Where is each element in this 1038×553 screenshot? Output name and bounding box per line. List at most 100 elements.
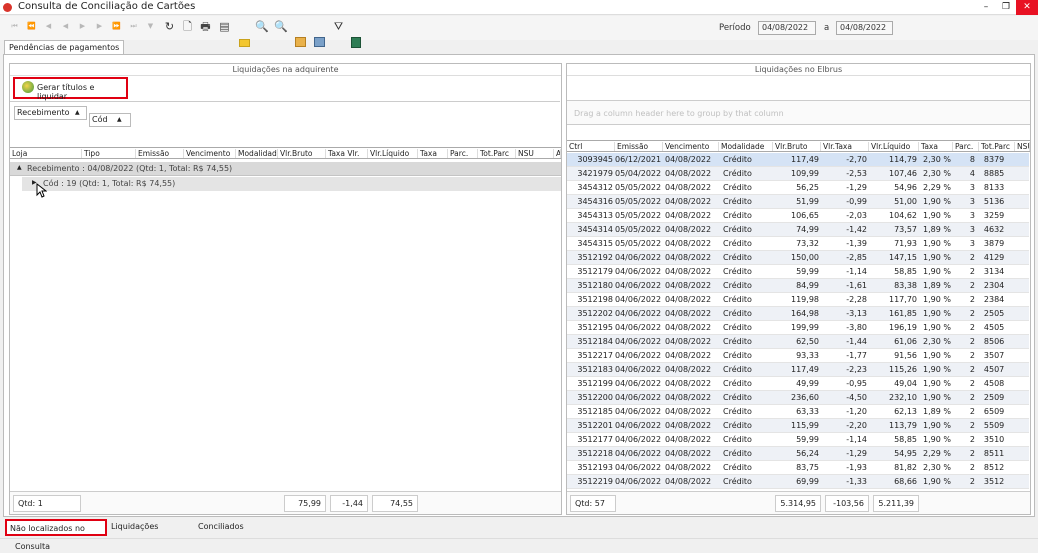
col-vlr-liquido[interactable]: Vlr.Líquido — [869, 142, 919, 151]
refresh-icon[interactable]: ↻ — [163, 20, 176, 33]
excel-icon[interactable] — [351, 37, 361, 48]
col-ctrl[interactable]: Ctrl — [567, 142, 615, 151]
table-row[interactable]: 3454312 05/05/2022 04/08/2022 Crédito 56,25 -… — [567, 181, 1029, 195]
group-by-cod[interactable]: Cód ▲ — [89, 113, 131, 127]
table-row[interactable]: 3454316 05/05/2022 04/08/2022 Crédito 51,99 -… — [567, 195, 1029, 209]
table-cell: 54,96 — [894, 183, 917, 192]
table-cell: 04/08/2022 — [665, 407, 712, 416]
layout-icon[interactable] — [295, 37, 306, 47]
col-tot-parc[interactable]: Tot.Parc — [478, 149, 516, 158]
col-taxa[interactable]: Taxa — [919, 142, 953, 151]
col-modalidade[interactable]: Modalidade — [719, 142, 773, 151]
group-row-recebimento[interactable]: ▲ Recebimento : 04/08/2022 (Qtd: 1, Tota… — [10, 162, 561, 176]
col-vlr-bruto[interactable]: Vlr.Bruto — [773, 142, 821, 151]
print-icon[interactable]: 🖶 — [199, 20, 212, 33]
col-taxa-vlr[interactable]: Taxa Vlr. — [326, 149, 368, 158]
col-parc[interactable]: Parc. — [953, 142, 979, 151]
group-panel[interactable]: Drag a column header here to group by th… — [567, 100, 1030, 125]
table-row[interactable]: 3512192 04/06/2022 04/08/2022 Crédito 150,00… — [567, 251, 1029, 265]
date-from-field[interactable]: 04/08/2022 — [758, 21, 816, 35]
group-by-recebimento[interactable]: Recebimento ▲ — [14, 106, 87, 120]
col-tot-parc[interactable]: Tot.Parc — [979, 142, 1015, 151]
table-cell: 236,60 — [791, 393, 819, 402]
col-a[interactable]: A — [554, 149, 561, 158]
table-cell: 3 — [983, 351, 989, 360]
table-cell: 232,10 — [889, 393, 917, 402]
tab-pending-payments[interactable]: Pendências de pagamentos — [4, 40, 125, 54]
restore-button[interactable]: ❐ — [996, 0, 1016, 15]
col-vlr-bruto[interactable]: Vlr.Bruto — [278, 149, 326, 158]
table-row[interactable]: 3454314 05/05/2022 04/08/2022 Crédito 74,99 -… — [567, 223, 1029, 237]
col-vencimento[interactable]: Vencimento — [184, 149, 236, 158]
table-cell: 4 — [983, 225, 989, 234]
folder-icon[interactable] — [239, 39, 250, 47]
col-tipo[interactable]: Tipo — [82, 149, 136, 158]
col-vlr-taxa[interactable]: Vlr.Taxa — [821, 142, 869, 151]
table-row[interactable]: 3512198 04/06/2022 04/08/2022 Crédito 119,98… — [567, 293, 1029, 307]
table-row[interactable]: 3512199 04/06/2022 04/08/2022 Crédito 49,99 -… — [567, 377, 1029, 391]
col-modalidade[interactable]: Modalidade — [236, 149, 278, 158]
zoom-out-icon[interactable]: 🔍 — [274, 20, 288, 33]
generate-titles-button[interactable]: Gerar títulos e liquidar — [13, 77, 128, 101]
prev-page-icon[interactable]: ⏪ — [25, 20, 38, 33]
table-row[interactable]: 3093945 06/12/2021 04/08/2022 Crédito 117,49… — [567, 153, 1029, 167]
col-taxa[interactable]: Taxa — [418, 149, 448, 158]
col-vlr-liquido[interactable]: Vlr.Líquido — [368, 149, 418, 158]
table-cell: 04/08/2022 — [665, 211, 712, 220]
table-cell: 1,90 % — [923, 351, 951, 360]
col-emissao[interactable]: Emissão — [136, 149, 184, 158]
group-row-cod[interactable]: ▶ Cód : 19 (Qtd: 1, Total: R$ 74,55) — [22, 177, 561, 191]
filter-down-icon[interactable]: ▼ — [144, 20, 157, 33]
table-row[interactable]: 3512184 04/06/2022 04/08/2022 Crédito 62,50 -… — [567, 335, 1029, 349]
first-record-icon[interactable]: ⏮ — [8, 20, 21, 33]
close-button[interactable]: ✕ — [1016, 0, 1038, 15]
tab-conciliados[interactable]: Conciliados — [195, 519, 244, 536]
table-cell: 505 — [989, 309, 1005, 318]
table-row[interactable]: 3512201 04/06/2022 04/08/2022 Crédito 115,99… — [567, 419, 1029, 433]
prev-record-icon[interactable]: ◀ — [42, 20, 55, 33]
col-nsu[interactable]: NSU — [516, 149, 554, 158]
table-row[interactable]: 3512179 04/06/2022 04/08/2022 Crédito 59,99 -… — [567, 265, 1029, 279]
table-row[interactable]: 3512195 04/06/2022 04/08/2022 Crédito 199,99… — [567, 321, 1029, 335]
collapse-icon[interactable]: ▲ — [17, 164, 22, 171]
preview-icon[interactable]: 🗋 — [181, 20, 194, 33]
zoom-in-icon[interactable]: 🔍 — [255, 20, 269, 33]
last-record-icon[interactable]: ⏭ — [127, 20, 140, 33]
table-cell: 119,98 — [791, 295, 819, 304]
next-page-icon[interactable]: ⏩ — [110, 20, 123, 33]
table-cell: 2,30 % — [923, 337, 951, 346]
table-row[interactable]: 351218104/06/202204/08/2022Crédito166,66… — [567, 489, 1029, 490]
table-row[interactable]: 3454315 05/05/2022 04/08/2022 Crédito 73,32 -… — [567, 237, 1029, 251]
table-row[interactable]: 3454313 05/05/2022 04/08/2022 Crédito 106,65… — [567, 209, 1029, 223]
col-emissao[interactable]: Emissão — [615, 142, 663, 151]
table-row[interactable]: 3421979 05/04/2022 04/08/2022 Crédito 109,99… — [567, 167, 1029, 181]
tab-nao-localizados[interactable]: Não localizados no Elbrus — [5, 519, 107, 548]
table-row[interactable]: 3512200 04/06/2022 04/08/2022 Crédito 236,60… — [567, 391, 1029, 405]
table-row[interactable]: 3512180 04/06/2022 04/08/2022 Crédito 84,99 -… — [567, 279, 1029, 293]
minimize-button[interactable]: – — [976, 0, 996, 15]
table-cell: 2 — [969, 477, 975, 486]
export-icon[interactable]: ▤ — [218, 20, 231, 33]
col-nsu[interactable]: NSU — [1015, 142, 1030, 151]
table-cell: 1,90 % — [923, 239, 951, 248]
col-parc[interactable]: Parc. — [448, 149, 478, 158]
next-record-icon[interactable]: ▶ — [93, 20, 106, 33]
next-icon[interactable]: ▶ — [76, 20, 89, 33]
table-row[interactable]: 3512218 04/06/2022 04/08/2022 Crédito 56,24 -… — [567, 447, 1029, 461]
grid-icon[interactable] — [314, 37, 325, 47]
table-cell: 04/08/2022 — [665, 379, 712, 388]
table-cell: 2,30 % — [923, 155, 951, 164]
col-loja[interactable]: Loja — [10, 149, 82, 158]
table-row[interactable]: 3512177 04/06/2022 04/08/2022 Crédito 59,99 -… — [567, 433, 1029, 447]
filter-icon[interactable]: ⛛ — [332, 20, 345, 33]
table-row[interactable]: 3512193 04/06/2022 04/08/2022 Crédito 83,75 -… — [567, 461, 1029, 475]
col-vencimento[interactable]: Vencimento — [663, 142, 719, 151]
table-row[interactable]: 3512217 04/06/2022 04/08/2022 Crédito 93,33 -… — [567, 349, 1029, 363]
prev-icon[interactable]: ◀ — [59, 20, 72, 33]
table-row[interactable]: 3512219 04/06/2022 04/08/2022 Crédito 69,99 -… — [567, 475, 1029, 489]
date-to-field[interactable]: 04/08/2022 — [836, 21, 893, 35]
table-row[interactable]: 3512183 04/06/2022 04/08/2022 Crédito 117,49… — [567, 363, 1029, 377]
tab-liquidacoes-faltantes[interactable]: Liquidações Faltantes — [108, 519, 194, 546]
table-row[interactable]: 3512202 04/06/2022 04/08/2022 Crédito 164,98… — [567, 307, 1029, 321]
table-row[interactable]: 3512185 04/06/2022 04/08/2022 Crédito 63,33 -… — [567, 405, 1029, 419]
